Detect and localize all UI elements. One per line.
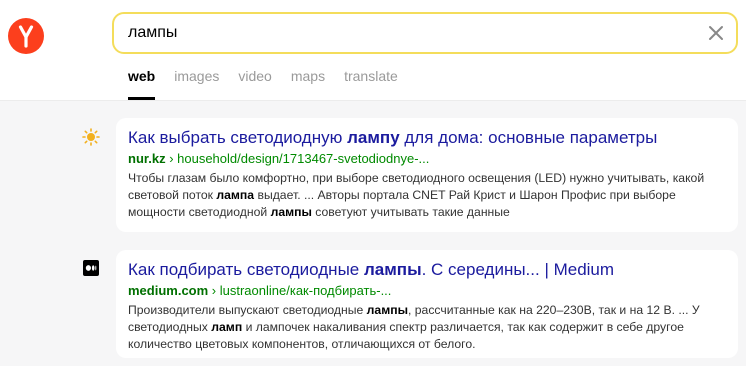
header: web images video maps translate xyxy=(0,0,746,101)
medium-icon xyxy=(82,259,100,277)
search-result: Как подбирать светодиодные лампы. С сере… xyxy=(116,250,738,358)
result-path-link[interactable]: household/design/1713467-svetodiodnye-..… xyxy=(177,151,429,166)
result-title-link[interactable]: Как подбирать светодиодные лампы. С сере… xyxy=(128,259,726,281)
search-tabs: web images video maps translate xyxy=(128,68,417,100)
sun-icon xyxy=(82,128,100,146)
search-input[interactable] xyxy=(128,14,688,52)
tab-maps[interactable]: maps xyxy=(291,68,325,100)
result-url: medium.com › lustraonline/как-подбирать-… xyxy=(128,283,392,298)
tab-images[interactable]: images xyxy=(174,68,219,100)
result-snippet: Чтобы глазам было комфортно, при выборе … xyxy=(128,171,705,219)
result-url: nur.kz › household/design/1713467-svetod… xyxy=(128,151,430,166)
result-host-link[interactable]: nur.kz xyxy=(128,151,166,166)
clear-icon[interactable] xyxy=(706,23,726,43)
result-path-link[interactable]: lustraonline/как-подбирать-... xyxy=(220,283,392,298)
yandex-logo-icon[interactable] xyxy=(8,18,44,54)
tab-web[interactable]: web xyxy=(128,68,156,100)
result-title-link[interactable]: Как выбрать светодиодную лампу для дома:… xyxy=(128,127,726,149)
result-host-link[interactable]: medium.com xyxy=(128,283,208,298)
tab-video[interactable]: video xyxy=(238,68,271,100)
search-result: Как выбрать светодиодную лампу для дома:… xyxy=(116,118,738,232)
result-snippet: Производители выпускают светодиодные лам… xyxy=(128,303,700,351)
tab-translate[interactable]: translate xyxy=(344,68,398,100)
search-box xyxy=(112,12,738,54)
